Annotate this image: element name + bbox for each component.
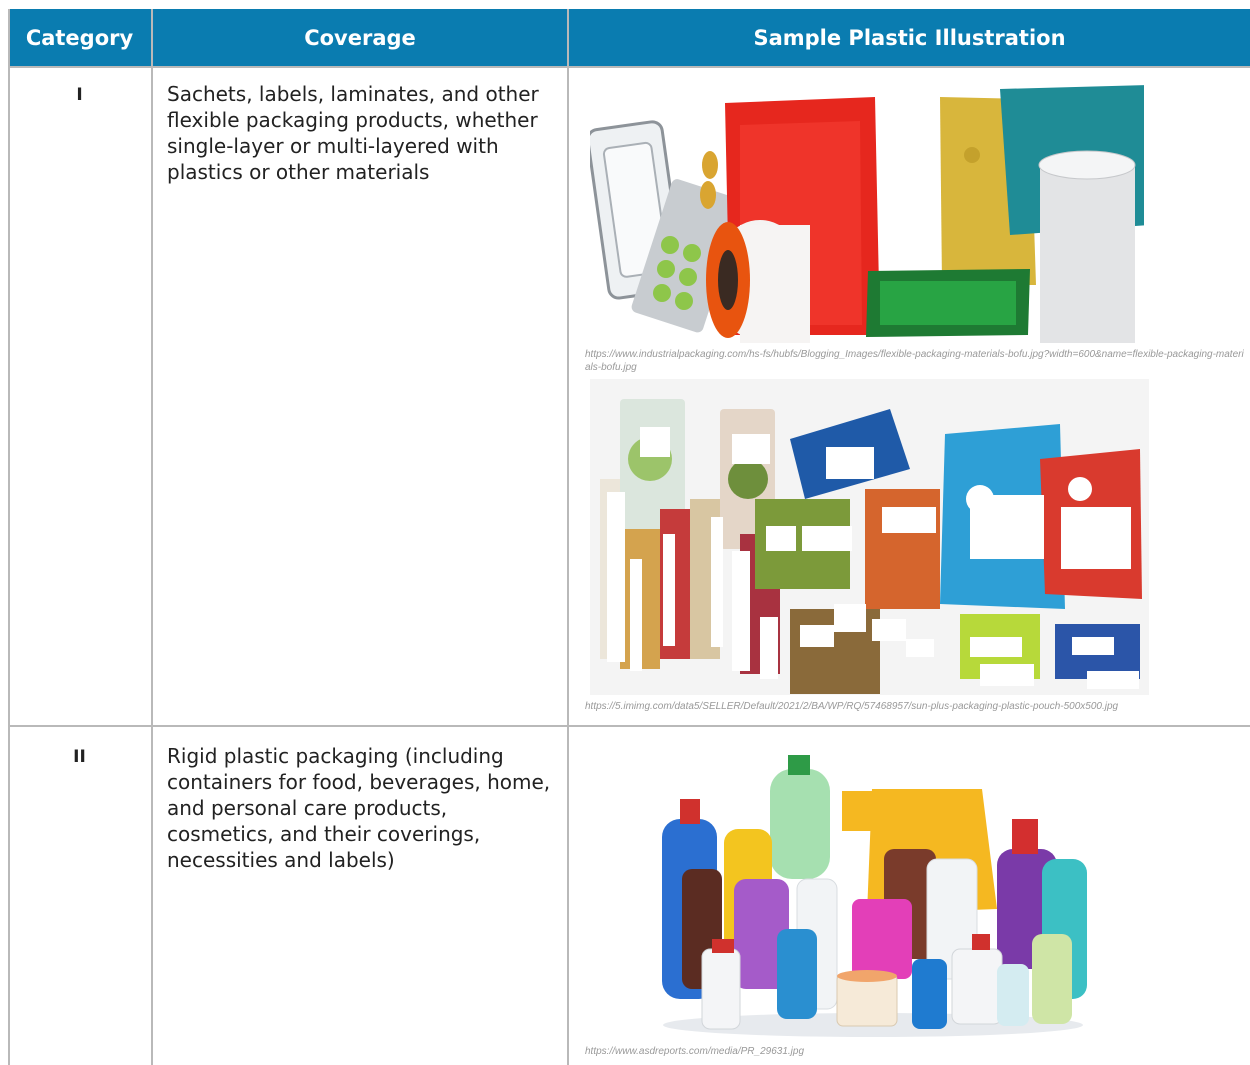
table-header: Category Coverage Sample Plastic Illustr… xyxy=(8,9,1250,66)
redaction-block xyxy=(800,625,834,647)
grid-line xyxy=(151,9,153,1065)
redaction-block xyxy=(906,639,934,657)
redaction-block xyxy=(872,619,906,641)
redaction-block xyxy=(760,617,778,679)
redaction-block xyxy=(732,434,770,464)
image-source-link[interactable]: https://www.asdreports.com/media/PR_2963… xyxy=(585,1045,1245,1058)
header-coverage: Coverage xyxy=(304,25,416,50)
redaction-block xyxy=(732,551,750,671)
image-source-link[interactable]: https://www.industrialpackaging.com/hs-f… xyxy=(585,348,1245,374)
plastic-categories-table: Category Coverage Sample Plastic Illustr… xyxy=(8,9,1250,1065)
coverage-cell: Rigid plastic packaging (including conta… xyxy=(167,744,551,872)
redaction-block xyxy=(1061,507,1131,569)
redaction-block xyxy=(1087,671,1139,689)
flexible-packaging-photo xyxy=(590,85,1144,343)
redaction-block xyxy=(630,559,642,671)
grid-line xyxy=(567,9,569,1065)
redaction-block xyxy=(970,495,1044,559)
redaction-block xyxy=(766,526,796,551)
redaction-block xyxy=(607,492,625,662)
header-category: Category xyxy=(25,25,134,50)
redaction-block xyxy=(663,534,675,646)
image-source-link[interactable]: https://5.imimg.com/data5/SELLER/Default… xyxy=(585,700,1245,713)
category-cell: I xyxy=(76,85,83,105)
redaction-block xyxy=(826,447,874,479)
plastic-pouches-photo xyxy=(590,379,1149,695)
coverage-cell: Sachets, labels, laminates, and other fl… xyxy=(167,82,539,184)
redaction-block xyxy=(980,664,1034,686)
rigid-plastic-bottles-photo xyxy=(652,749,1094,1039)
category-cell: II xyxy=(73,747,86,767)
redaction-block xyxy=(711,517,723,647)
redaction-block xyxy=(802,526,852,551)
redaction-block xyxy=(882,507,936,533)
redaction-block xyxy=(1072,637,1114,655)
redaction-block xyxy=(970,637,1022,657)
grid-line xyxy=(8,66,1250,68)
header-sample-illustration: Sample Plastic Illustration xyxy=(753,25,1066,50)
grid-line xyxy=(8,9,10,1065)
grid-line xyxy=(8,725,1250,727)
redaction-block xyxy=(640,427,670,457)
redaction-block xyxy=(834,604,866,632)
